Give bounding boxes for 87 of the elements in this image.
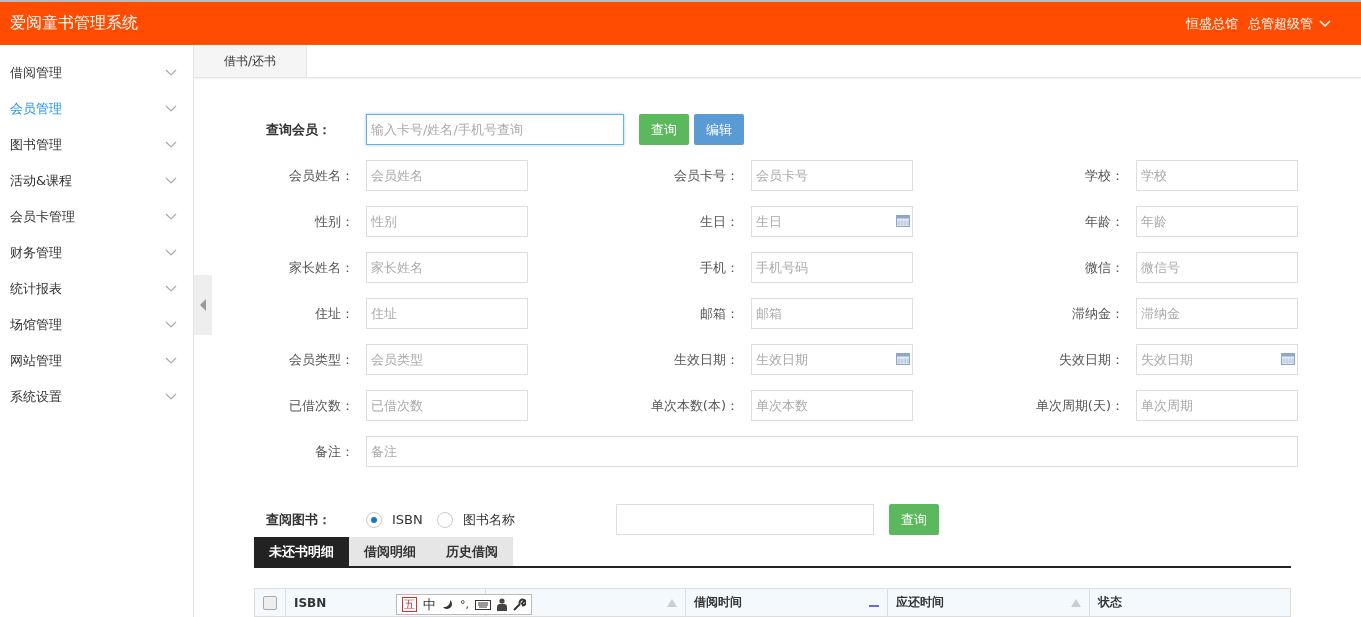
column-header[interactable]: 状态 xyxy=(1098,594,1122,611)
wrench-icon[interactable] xyxy=(513,598,526,611)
triangle-left-icon xyxy=(200,299,206,311)
field-label: 微信： xyxy=(1084,258,1125,277)
field-label: 单次本数(本)： xyxy=(649,396,740,415)
book-search-field[interactable] xyxy=(616,504,874,535)
input-field[interactable]: 滞纳金 xyxy=(1136,298,1298,329)
input-field[interactable]: 住址 xyxy=(366,298,528,329)
tab[interactable]: 未还书明细 xyxy=(254,537,349,566)
sidebar-item[interactable]: 财务管理 xyxy=(0,235,193,271)
field-label: 已借次数： xyxy=(288,396,355,415)
sidebar-item[interactable]: 场馆管理 xyxy=(0,307,193,343)
chevron-down-icon xyxy=(165,141,177,149)
ime-punctuation-button[interactable]: °, xyxy=(460,598,469,611)
field-label: 性别： xyxy=(314,212,355,231)
date-field[interactable]: 失效日期 xyxy=(1136,344,1298,375)
input-field[interactable]: 单次本数 xyxy=(751,390,913,421)
moon-icon[interactable] xyxy=(442,598,454,611)
keyboard-icon[interactable] xyxy=(475,599,491,610)
chevron-down-icon xyxy=(165,357,177,365)
radio-label: ISBN xyxy=(392,512,423,527)
sidebar-item[interactable]: 系统设置 xyxy=(0,379,193,415)
input-field[interactable]: 年龄 xyxy=(1136,206,1298,237)
input-field[interactable]: 单次周期 xyxy=(1136,390,1298,421)
field-label: 手机： xyxy=(699,258,740,277)
checkbox[interactable] xyxy=(263,595,277,610)
column-header[interactable]: ISBN xyxy=(294,595,327,610)
chevron-down-icon xyxy=(165,393,177,401)
chevron-down-icon xyxy=(165,249,177,257)
input-field[interactable]: 学校 xyxy=(1136,160,1298,191)
collapse-handle[interactable] xyxy=(194,275,212,335)
sidebar-item[interactable]: 统计报表 xyxy=(0,271,193,307)
app-title: 爱阅童书管理系统 xyxy=(10,13,138,34)
field-label: 住址： xyxy=(314,304,355,323)
chevron-down-icon xyxy=(1319,19,1331,28)
person-icon[interactable] xyxy=(497,598,507,611)
chevron-down-icon xyxy=(165,213,177,221)
calendar-icon xyxy=(896,353,910,365)
field-label: 年龄： xyxy=(1084,212,1125,231)
chevron-down-icon xyxy=(165,69,177,77)
chevron-down-icon xyxy=(165,177,177,185)
field-label: 失效日期： xyxy=(1058,350,1125,369)
input-field[interactable]: 微信号 xyxy=(1136,252,1298,283)
input-field[interactable]: 会员姓名 xyxy=(366,160,528,191)
date-field[interactable]: 生日 xyxy=(751,206,913,237)
branch-name: 恒盛总馆 xyxy=(1186,14,1238,33)
calendar-icon xyxy=(1281,353,1295,365)
input-field[interactable]: 邮箱 xyxy=(751,298,913,329)
field-label: 会员卡号： xyxy=(673,166,740,185)
field-label: 家长姓名： xyxy=(288,258,355,277)
input-field[interactable]: 家长姓名 xyxy=(366,252,528,283)
sidebar-item[interactable]: 网站管理 xyxy=(0,343,193,379)
sidebar-item[interactable]: 会员卡管理 xyxy=(0,199,193,235)
column-header[interactable]: 借阅时间 xyxy=(694,594,742,611)
field-label: 滞纳金： xyxy=(1071,304,1125,323)
chevron-down-icon xyxy=(165,105,177,113)
field-label: 学校： xyxy=(1084,166,1125,185)
ime-mode-button[interactable]: 五 xyxy=(402,597,417,612)
column-header[interactable]: 应还时间 xyxy=(896,594,944,611)
field-label: 生效日期： xyxy=(673,350,740,369)
sidebar-item[interactable]: 活动&课程 xyxy=(0,163,193,199)
chevron-down-icon xyxy=(165,285,177,293)
field-label: 邮箱： xyxy=(699,304,740,323)
ime-language-button[interactable]: 中 xyxy=(423,595,436,614)
sidebar-item[interactable]: 借阅管理 xyxy=(0,55,193,91)
calendar-icon xyxy=(896,215,910,227)
input-field[interactable]: 手机号码 xyxy=(751,252,913,283)
field-label: 查询会员： xyxy=(265,120,332,139)
sidebar-item[interactable]: 图书管理 xyxy=(0,127,193,163)
field-label: 查阅图书： xyxy=(265,510,332,529)
tab[interactable]: 借书/还书 xyxy=(194,45,307,77)
field-label: 会员类型： xyxy=(288,350,355,369)
input-field[interactable]: 会员卡号 xyxy=(751,160,913,191)
member-search-field[interactable]: 输入卡号/姓名/手机号查询 xyxy=(366,114,624,145)
field-label: 会员姓名： xyxy=(288,166,355,185)
remark-field[interactable]: 备注 xyxy=(366,436,1298,467)
date-field[interactable]: 生效日期 xyxy=(751,344,913,375)
field-label: 备注： xyxy=(314,442,355,461)
radio-label: 图书名称 xyxy=(462,510,515,529)
field-label: 单次周期(天)： xyxy=(1034,396,1125,415)
chevron-down-icon xyxy=(165,321,177,329)
tab[interactable]: 借阅明细 xyxy=(349,537,431,566)
input-field[interactable]: 会员类型 xyxy=(366,344,528,375)
input-field[interactable]: 性别 xyxy=(366,206,528,237)
tab[interactable]: 历史借阅 xyxy=(431,537,513,566)
input-field[interactable]: 已借次数 xyxy=(366,390,528,421)
field-label: 生日： xyxy=(699,212,740,231)
